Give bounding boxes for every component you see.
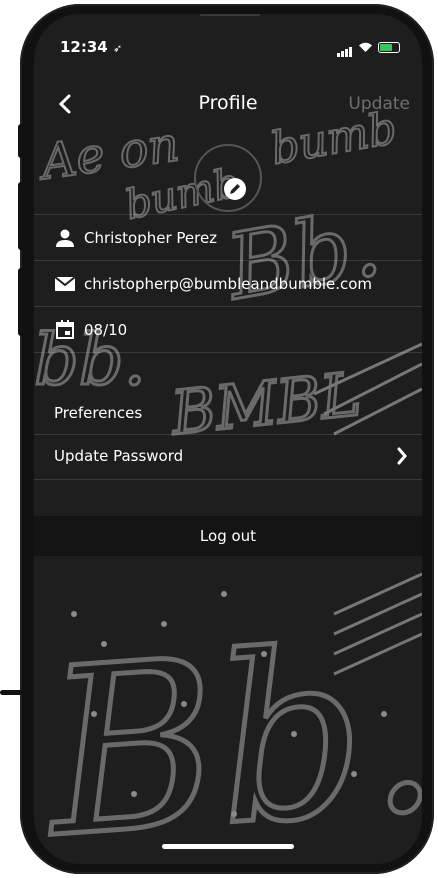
- birthday-field[interactable]: 08/10: [34, 306, 422, 352]
- status-time: 12:34 ➶: [60, 38, 123, 56]
- name-value: Christopher Perez: [84, 228, 218, 247]
- navigation-bar: Profile Update: [34, 84, 422, 128]
- cellular-signal-icon: [337, 38, 353, 57]
- preferences-section: Preferences: [34, 404, 422, 434]
- update-button[interactable]: Update: [348, 94, 410, 114]
- divider: [34, 352, 422, 353]
- logout-button[interactable]: Log out: [34, 516, 422, 556]
- volume-down-button: [18, 268, 24, 336]
- status-bar: 12:34 ➶: [34, 14, 422, 60]
- battery-icon: [378, 42, 400, 53]
- location-arrow-icon: ➶: [112, 42, 123, 55]
- app-screen: Ae on bumb bumb Bb. bb. BMBL Bb. 12:34 ➶: [34, 14, 422, 864]
- chevron-right-icon: [397, 447, 407, 465]
- mute-switch: [18, 124, 24, 158]
- birthday-value: 08/10: [84, 320, 128, 339]
- calendar-icon: [54, 319, 76, 341]
- preferences-heading: Preferences: [54, 404, 143, 422]
- mail-icon: [54, 273, 76, 295]
- person-icon: [54, 227, 76, 249]
- name-field[interactable]: Christopher Perez: [34, 214, 422, 260]
- home-indicator[interactable]: [162, 844, 294, 849]
- pencil-icon: [230, 184, 240, 194]
- volume-up-button: [18, 182, 24, 250]
- email-field[interactable]: christopherp@bumbleandbumble.com: [34, 260, 422, 306]
- email-value: christopherp@bumbleandbumble.com: [84, 274, 373, 293]
- wifi-icon: [359, 42, 372, 52]
- edit-avatar-button[interactable]: [224, 178, 246, 200]
- svg-text:Bb.: Bb.: [35, 595, 422, 864]
- status-icons: [337, 38, 400, 57]
- charging-cable: [0, 690, 26, 695]
- profile-fields-list: Christopher Perez christopherp@bumbleand…: [34, 214, 422, 353]
- update-password-label: Update Password: [54, 447, 184, 465]
- update-password-row[interactable]: Update Password: [34, 434, 422, 480]
- avatar-ring: [194, 144, 262, 212]
- avatar[interactable]: [194, 144, 262, 212]
